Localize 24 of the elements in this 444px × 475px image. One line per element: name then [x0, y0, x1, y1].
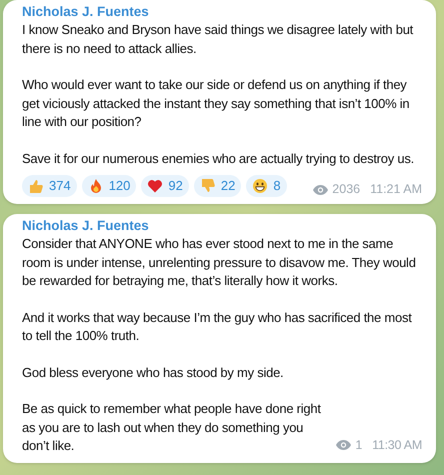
message-text: God bless everyone who has stood by my side. [22, 364, 284, 382]
thumbs-down-icon [200, 178, 216, 194]
message-time: 11:21 AM [370, 181, 422, 198]
message-text: And it works that way because I’m the guy who has sacrificed the most to tell the 100% truth. [22, 308, 413, 345]
author-name[interactable]: Nicholas J. Fuentes [22, 3, 422, 21]
reaction-chip[interactable]: 92 [141, 175, 189, 197]
reaction-chip[interactable]: 120 [82, 175, 136, 197]
message-text: I know Sneako and Bryson have said things we disagree lately with but there is no need to attack allies. [22, 21, 414, 58]
grinning-face-icon [252, 178, 268, 194]
message-text: Consider that ANYONE who has ever stood next to me in the same room is under intense, unrelenting pressure to disavow me. They would be rewarded for betraying me, that’s literally how it works. [22, 235, 417, 290]
reaction-chip[interactable]: 8 [246, 175, 287, 197]
message-text: Who would ever want to take our side or defend us on anything if they get viciously attacked the instant they say something that isn’t 100% in line with our position? [22, 76, 410, 131]
message-text: Save it for our numerous enemies who are actually trying to destroy us. [22, 150, 415, 168]
view-count: 2036 [332, 181, 360, 198]
message-time: 11:30 AM [372, 437, 422, 454]
eye-icon [336, 440, 352, 450]
message-text: Be as quick to remember what people have done right as you are to lash out when they do something you don’t like. [22, 400, 322, 455]
reaction-chip[interactable]: 22 [194, 175, 242, 197]
author-name[interactable]: Nicholas J. Fuentes [22, 217, 422, 235]
heart-icon [147, 178, 164, 194]
reaction-chip[interactable]: 374 [22, 175, 77, 197]
eye-icon [313, 184, 328, 195]
thumbs-up-icon [28, 178, 44, 194]
view-count: 1 [355, 437, 362, 454]
